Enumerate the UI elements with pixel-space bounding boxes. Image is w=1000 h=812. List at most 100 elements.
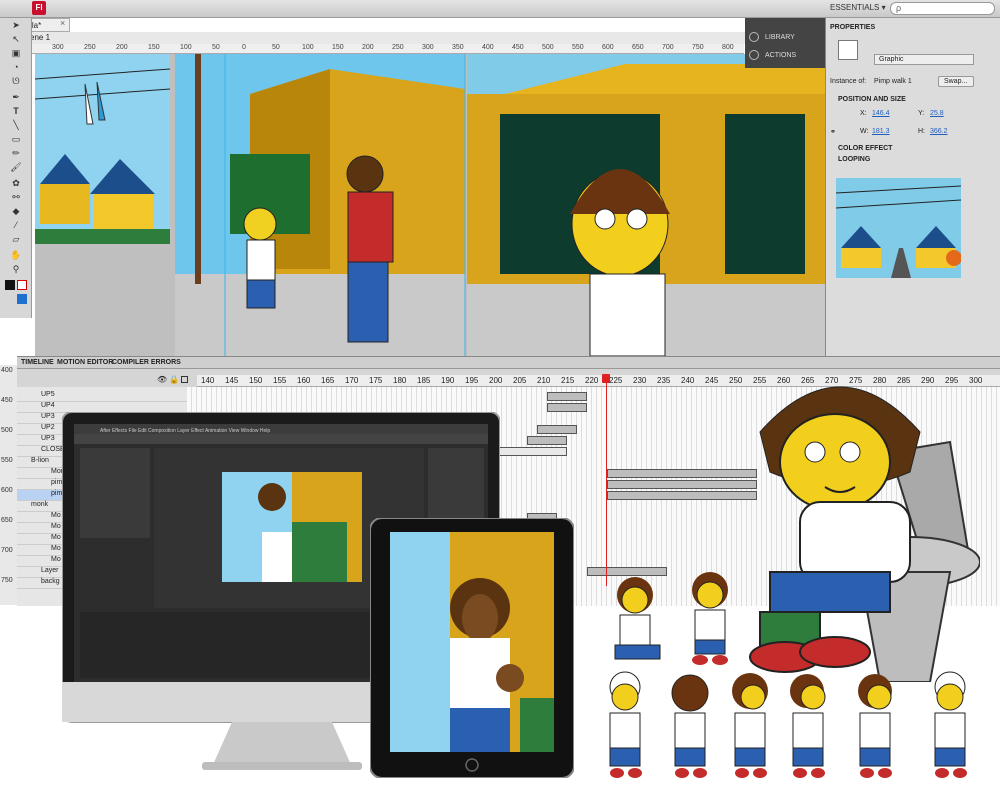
ruler-tick: 400: [482, 44, 494, 51]
imac-menu-item: Help: [259, 428, 271, 434]
ruler-tick: 600: [602, 44, 614, 51]
rectangle-tool-icon[interactable]: ▭: [9, 134, 23, 146]
tools-panel: ➤ ↖ ▣ ◔ ᘎ ✒ T ╲ ▭ ✏ 🖌 ✿ ⚯ ◆ ⁄ ▱ ✋ ⚲: [0, 18, 32, 318]
layer-name: Mo: [51, 512, 61, 519]
outline-icon[interactable]: [181, 376, 188, 383]
tween-span[interactable]: [547, 403, 587, 412]
lock-ratio-icon[interactable]: ⚭: [830, 128, 836, 136]
ruler-tick: 550: [572, 44, 584, 51]
vertical-ruler: 400 450 500 550 600 650 700 750: [0, 365, 17, 605]
playhead[interactable]: [606, 376, 607, 586]
ruler-tick: 50: [212, 44, 220, 51]
menu-bar: Fl ESSENTIALS ▾ ρ: [0, 0, 1000, 18]
ruler-tick: 750: [1, 577, 13, 584]
transform-tool-icon[interactable]: ▣: [9, 48, 23, 60]
layer-name: UP2: [41, 424, 55, 431]
x-value[interactable]: 146.4: [872, 110, 890, 117]
w-value[interactable]: 181.3: [872, 128, 890, 135]
layer-name: Mo: [51, 545, 61, 552]
ruler-tick: 800: [722, 44, 734, 51]
frame-number: 170: [345, 376, 359, 385]
ruler-tick: 550: [1, 457, 13, 464]
bone-tool-icon[interactable]: ⚯: [9, 192, 23, 204]
actions-tab[interactable]: ACTIONS: [765, 52, 796, 59]
ruler-tick: 300: [52, 44, 64, 51]
swap-button-label: Swap...: [944, 78, 968, 85]
ruler-tick: 650: [1, 517, 13, 524]
search-icon: ρ: [896, 3, 902, 13]
ruler-tick: 200: [116, 44, 128, 51]
zoom-tool-icon[interactable]: ⚲: [9, 264, 23, 276]
pen-tool-icon[interactable]: ✒: [9, 92, 23, 104]
layer-name: backg: [41, 578, 60, 585]
flash-logo-icon: Fl: [32, 1, 46, 15]
ruler-tick: 200: [362, 44, 374, 51]
layer-name: UP3: [41, 435, 55, 442]
imac-menu-item: Animation: [204, 428, 228, 434]
frame-number: 160: [297, 376, 311, 385]
imac-menu-item: Edit: [138, 428, 147, 434]
w-label: W:: [860, 128, 869, 135]
imac-menu-item: View: [228, 428, 240, 434]
workspace-switcher[interactable]: ESSENTIALS ▾: [830, 3, 886, 12]
hand-tool-icon[interactable]: ✋: [9, 250, 23, 262]
brush-tool-icon[interactable]: 🖌: [9, 162, 23, 174]
search-input[interactable]: ρ: [890, 2, 995, 15]
ruler-tick: 450: [512, 44, 524, 51]
looping-header[interactable]: LOOPING: [838, 156, 870, 163]
position-size-header[interactable]: POSITION AND SIZE: [838, 96, 906, 103]
ruler-tick: 100: [302, 44, 314, 51]
fill-color-swatch[interactable]: [17, 294, 27, 304]
tab-compiler-errors[interactable]: COMPILER ERRORS: [112, 359, 181, 366]
y-label: Y:: [918, 110, 925, 117]
layer-name: monk: [31, 501, 49, 508]
lock-icon[interactable]: 🔒: [169, 375, 179, 384]
deco-tool-icon[interactable]: ✿: [9, 178, 23, 190]
subselection-tool-icon[interactable]: ↖: [9, 34, 23, 46]
tween-span[interactable]: [607, 469, 757, 478]
swap-button[interactable]: Swap...: [938, 76, 974, 87]
stage-canvas[interactable]: [35, 54, 825, 356]
tab-motion-editor[interactable]: MOTION EDITOR: [57, 359, 113, 366]
layer-name: pim: [51, 490, 63, 497]
lasso-tool-icon[interactable]: ᘎ: [9, 76, 23, 88]
frame-number: 220: [585, 376, 599, 385]
h-value[interactable]: 366.2: [930, 128, 948, 135]
paint-bucket-icon[interactable]: ◆: [9, 206, 23, 218]
ruler-tick: 650: [632, 44, 644, 51]
scene-label: ene 1: [30, 33, 51, 42]
text-tool-icon[interactable]: T: [9, 106, 23, 118]
layer-name: UP4: [41, 402, 55, 409]
tween-span[interactable]: [547, 392, 587, 401]
library-tab[interactable]: LIBRARY: [765, 34, 795, 41]
eraser-tool-icon[interactable]: ▱: [9, 234, 23, 246]
frame-number: 195: [465, 376, 479, 385]
line-tool-icon[interactable]: ╲: [9, 120, 23, 132]
layer-row[interactable]: UP5: [17, 391, 187, 402]
library-panel: LIBRARY ACTIONS: [745, 18, 825, 68]
pencil-tool-icon[interactable]: ✏: [9, 148, 23, 160]
y-value[interactable]: 25.8: [930, 110, 944, 117]
color-effect-header[interactable]: COLOR EFFECT: [838, 145, 892, 152]
tablet-device: [370, 518, 574, 778]
eyedropper-icon[interactable]: ⁄: [9, 220, 23, 232]
h-label: H:: [918, 128, 925, 135]
selection-tool-icon[interactable]: ➤: [9, 20, 23, 32]
tween-span[interactable]: [537, 425, 577, 434]
eye-icon[interactable]: 👁: [157, 375, 167, 384]
tween-span[interactable]: [607, 491, 757, 500]
layer-name: Mo: [51, 523, 61, 530]
frame-number: 150: [249, 376, 263, 385]
close-icon[interactable]: ×: [60, 18, 65, 28]
symbol-type-select[interactable]: Graphic: [874, 54, 974, 65]
tween-span[interactable]: [527, 436, 567, 445]
3d-rotation-tool-icon[interactable]: ◔: [9, 62, 23, 74]
no-color-swatch[interactable]: [17, 280, 27, 290]
layer-name: UP3: [41, 413, 55, 420]
frame-number: 200: [489, 376, 503, 385]
tween-span[interactable]: [607, 480, 757, 489]
tab-timeline[interactable]: TIMELINE: [21, 359, 54, 366]
frame-number: 225: [609, 376, 623, 385]
stroke-color-swatch[interactable]: [5, 280, 15, 290]
imac-menu-item: File: [128, 428, 137, 434]
